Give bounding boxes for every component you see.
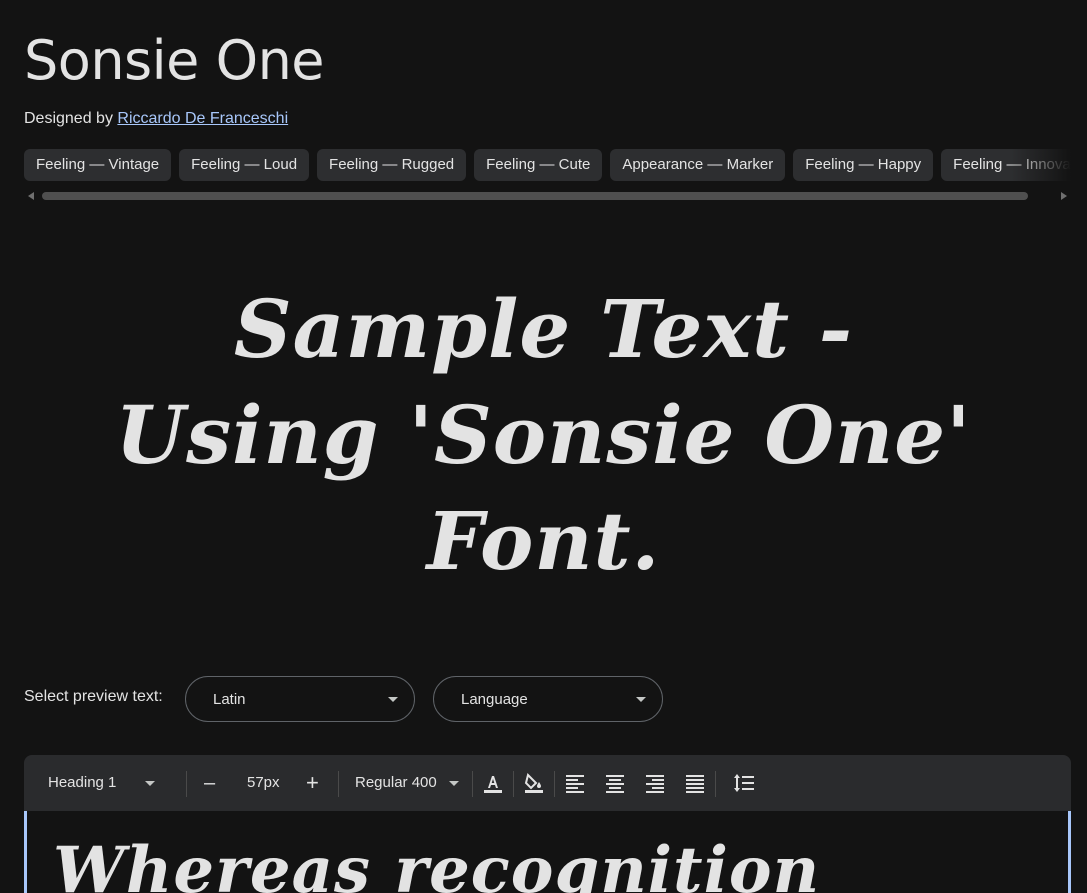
editor-toolbar: Heading 1 – 57px + Regular 400	[24, 755, 1071, 811]
scroll-thumb[interactable]	[42, 192, 1028, 200]
script-select[interactable]: Latin	[185, 676, 415, 722]
tag-chip[interactable]: Feeling — Rugged	[317, 149, 467, 181]
language-select[interactable]: Language	[433, 676, 663, 722]
align-justify-icon[interactable]	[683, 771, 707, 795]
preview-editor[interactable]: Whereas recognition	[24, 811, 1071, 893]
toolbar-divider	[472, 771, 473, 797]
designer-link[interactable]: Riccardo De Franceschi	[117, 110, 288, 127]
line-height-icon[interactable]	[732, 771, 756, 795]
designer-line: Designed by Riccardo De Franceschi	[24, 110, 288, 128]
toolbar-divider	[554, 771, 555, 797]
text-style-select[interactable]: Heading 1	[48, 755, 155, 811]
chevron-down-icon	[636, 697, 646, 702]
tags-scrollbar[interactable]	[24, 189, 1071, 203]
text-color-icon[interactable]	[481, 771, 505, 795]
tag-chip[interactable]: Appearance — Marker	[610, 149, 786, 181]
editor-text[interactable]: Whereas recognition	[53, 833, 820, 893]
scroll-left-arrow-icon[interactable]	[28, 192, 34, 200]
language-select-value: Language	[461, 691, 528, 708]
align-left-icon[interactable]	[563, 771, 587, 795]
fill-color-icon[interactable]	[522, 771, 546, 795]
toolbar-divider	[338, 771, 339, 797]
font-weight-value: Regular 400	[355, 774, 437, 791]
scroll-right-arrow-icon[interactable]	[1061, 192, 1067, 200]
increase-size-button[interactable]: +	[306, 755, 319, 811]
font-size-value[interactable]: 57px	[247, 755, 280, 811]
chevron-down-icon	[388, 697, 398, 702]
chevron-down-icon	[448, 780, 459, 786]
text-style-value: Heading 1	[48, 774, 117, 791]
toolbar-divider	[186, 771, 187, 797]
tag-chip[interactable]: Feeling — Cute	[474, 149, 603, 181]
tags-fade	[1011, 149, 1071, 183]
tag-chip[interactable]: Feeling — Happy	[793, 149, 934, 181]
tag-chip[interactable]: Feeling — Loud	[179, 149, 310, 181]
select-preview-label: Select preview text:	[24, 688, 163, 705]
tag-chip[interactable]: Feeling — Vintage	[24, 149, 172, 181]
toolbar-divider	[513, 771, 514, 797]
designed-by-label: Designed by	[24, 110, 113, 127]
decrease-size-button[interactable]: –	[204, 755, 215, 811]
chevron-down-icon	[144, 780, 155, 786]
font-title: Sonsie One	[24, 29, 325, 92]
toolbar-divider	[715, 771, 716, 797]
sample-text-preview: Sample Text - Using 'Sonsie One' Font.	[115, 282, 972, 588]
align-right-icon[interactable]	[643, 771, 667, 795]
font-weight-select[interactable]: Regular 400	[355, 755, 459, 811]
script-select-value: Latin	[213, 691, 246, 708]
tag-list: Feeling — Vintage Feeling — Loud Feeling…	[24, 149, 1071, 183]
align-center-icon[interactable]	[603, 771, 627, 795]
